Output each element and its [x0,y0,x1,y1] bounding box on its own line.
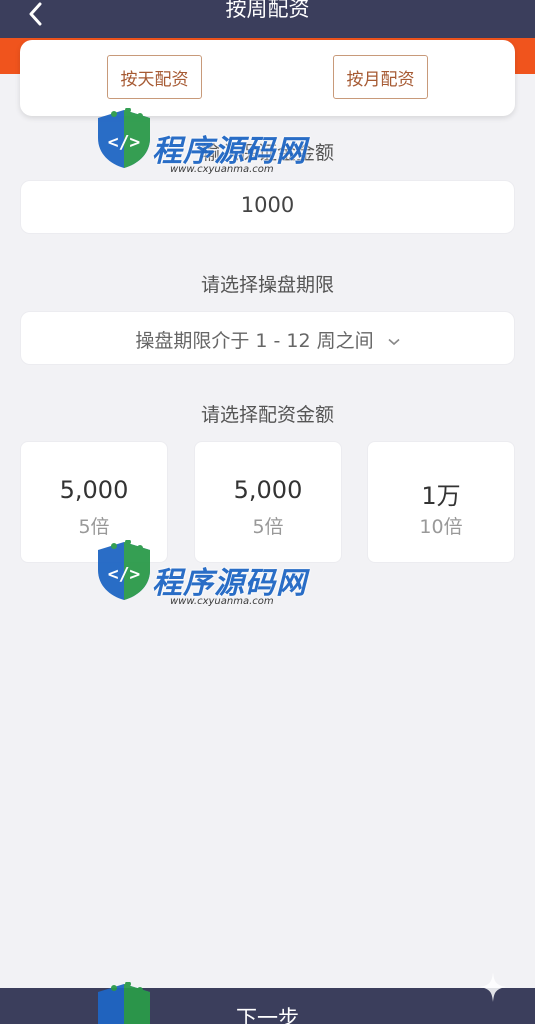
header-bar: 按周配资 [0,0,535,38]
amount-option-multiple: 10倍 [419,516,463,538]
next-step-label: 下一步 [236,1006,299,1024]
period-label: 请选择操盘期限 [200,274,334,296]
shield-code-icon [98,981,150,1024]
svg-text:</>: </> [108,564,141,585]
shield-code-icon: </> [98,107,150,168]
mode-switch-card: 按天配资 按月配资 [20,40,515,116]
deposit-input[interactable]: 1000 [20,180,515,234]
svg-text:</>: </> [108,132,141,153]
watermark [94,981,154,1024]
watermark: </> 程序源码网 www.cxyuanma.com [94,107,306,175]
monthly-mode-button[interactable]: 按月配资 [333,55,428,99]
amount-option-value: 5,000 [233,476,303,504]
amount-option-value: 5,000 [59,476,129,504]
period-select-text: 操盘期限介于 1 - 12 周之间 [21,326,514,353]
amount-option-multiple: 5倍 [252,516,284,538]
shield-code-icon: </> [98,539,150,600]
amount-option-card[interactable]: 1万 10倍 [367,441,515,563]
watermark-url: www.cxyuanma.com [170,164,274,175]
amount-option-card[interactable]: 5,000 5倍 [194,441,342,563]
chevron-down-icon [388,338,400,345]
amount-option-multiple: 5倍 [78,516,110,538]
sparkle-icon [480,972,506,1002]
daily-mode-button[interactable]: 按天配资 [107,55,202,99]
amount-label: 请选择配资金额 [200,404,334,426]
app-screen: 按周配资 按天配资 按月配资 输入保证金金额 1000 请选择操盘期限 操盘期限… [0,0,535,1024]
period-select[interactable]: 操盘期限介于 1 - 12 周之间 [20,311,515,365]
period-placeholder: 操盘期限介于 1 - 12 周之间 [135,330,374,352]
amount-option-value: 1万 [421,482,461,510]
deposit-value: 1000 [240,193,295,217]
next-step-button[interactable]: 下一步 [0,988,535,1024]
watermark: </> 程序源码网 www.cxyuanma.com [94,539,306,607]
watermark-url: www.cxyuanma.com [170,596,274,607]
page-title: 按周配资 [225,0,310,21]
